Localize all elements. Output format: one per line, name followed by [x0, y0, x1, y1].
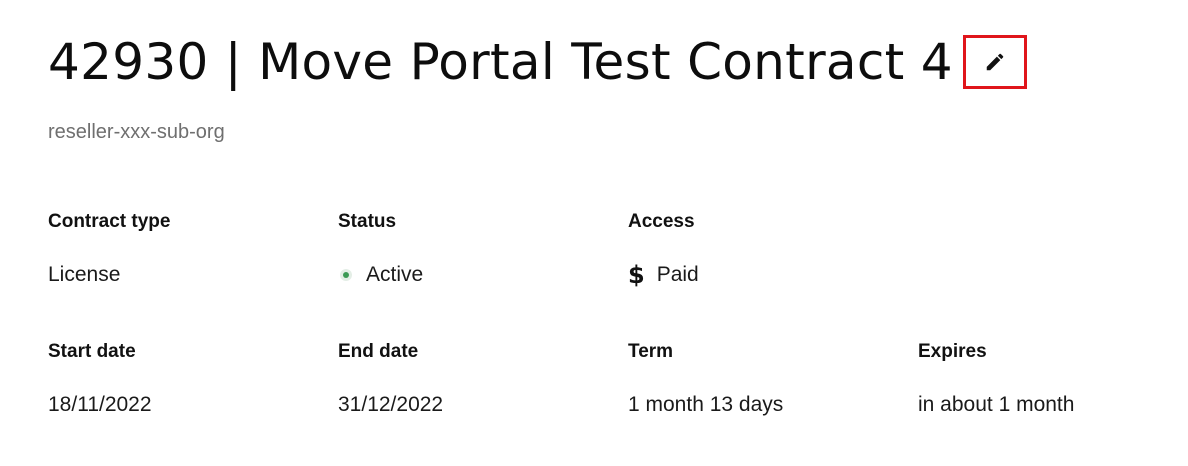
start-date-value: 18/11/2022: [48, 392, 328, 418]
title-row: 42930 | Move Portal Test Contract 4: [48, 24, 1027, 100]
term-label: Term: [628, 341, 674, 362]
status-dot-icon: [340, 269, 352, 281]
field-expires: Expires in about 1 month: [918, 340, 1188, 418]
field-contract-type: Contract type License: [48, 210, 328, 288]
contract-type-label: Contract type: [48, 211, 171, 232]
end-date-text: 31/12/2022: [338, 393, 444, 416]
status-text: Active: [366, 263, 424, 286]
field-end-date: End date 31/12/2022: [338, 340, 618, 418]
term-value: 1 month 13 days: [628, 392, 908, 418]
contract-type-text: License: [48, 263, 121, 286]
start-date-label: Start date: [48, 341, 136, 362]
field-access: Access $ Paid: [628, 210, 908, 288]
dollar-icon: $: [628, 261, 645, 289]
access-text: Paid: [656, 263, 699, 286]
status-value: Active: [338, 262, 618, 288]
page-title: 42930 | Move Portal Test Contract 4: [48, 33, 953, 91]
expires-value: in about 1 month: [918, 392, 1188, 418]
expires-label: Expires: [918, 341, 987, 362]
expires-text: in about 1 month: [918, 393, 1075, 416]
pencil-icon: [986, 53, 1004, 71]
edit-title-button[interactable]: [962, 35, 1027, 89]
access-label: Access: [628, 211, 695, 232]
term-text: 1 month 13 days: [628, 393, 784, 416]
end-date-value: 31/12/2022: [338, 392, 618, 418]
status-label: Status: [338, 211, 397, 232]
field-status: Status Active: [338, 210, 618, 288]
field-term: Term 1 month 13 days: [628, 340, 908, 418]
contract-details-page: 42930 | Move Portal Test Contract 4 rese…: [48, 0, 1168, 466]
contract-type-value: License: [48, 262, 328, 288]
end-date-label: End date: [338, 341, 419, 362]
field-start-date: Start date 18/11/2022: [48, 340, 328, 418]
start-date-text: 18/11/2022: [48, 393, 152, 416]
organization-name: reseller-xxx-sub-org: [48, 121, 225, 143]
access-value: $ Paid: [628, 262, 908, 288]
